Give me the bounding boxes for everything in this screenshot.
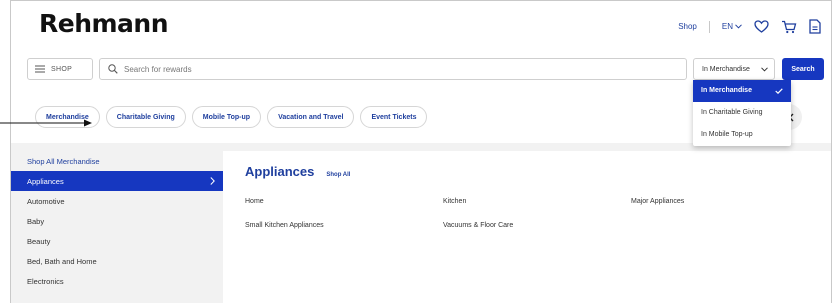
- category-sidebar: Shop All Merchandise Appliances Automoti…: [11, 151, 223, 303]
- sidebar-item-automotive[interactable]: Automotive: [11, 191, 223, 211]
- shop-menu-label: SHOP: [51, 65, 73, 73]
- shop-link[interactable]: Shop: [678, 22, 697, 31]
- search-scope-select[interactable]: In Merchandise: [693, 58, 775, 80]
- subcategory-link[interactable]: Vacuums & Floor Care: [443, 222, 513, 229]
- document-icon[interactable]: [809, 19, 821, 34]
- search-button[interactable]: Search: [782, 58, 824, 80]
- sidebar-item-appliances[interactable]: Appliances: [11, 171, 223, 191]
- search-scope-dropdown: In Merchandise In Charitable Giving In M…: [693, 80, 791, 146]
- content-header: Appliances Shop All: [245, 164, 350, 179]
- sidebar-item-beauty[interactable]: Beauty: [11, 231, 223, 251]
- scope-option-charitable-giving[interactable]: In Charitable Giving: [693, 102, 791, 124]
- search-icon: [108, 64, 118, 74]
- category-content: Appliances Shop All Home Kitchen Major A…: [223, 151, 831, 303]
- pill-charitable-giving[interactable]: Charitable Giving: [105, 106, 186, 128]
- chevron-right-icon: [210, 177, 215, 185]
- chevron-down-icon: [735, 24, 742, 29]
- app-window: Rehmann Shop EN SHOP In Merchandise Sear…: [10, 0, 832, 303]
- pill-event-tickets[interactable]: Event Tickets: [360, 106, 428, 128]
- scope-option-merchandise[interactable]: In Merchandise: [693, 80, 791, 102]
- nav-divider: [708, 20, 710, 33]
- sidebar-item-bed-bath-home[interactable]: Bed, Bath and Home: [11, 251, 223, 271]
- scope-option-label: In Merchandise: [701, 87, 752, 94]
- sidebar-item-label: Appliances: [27, 176, 64, 186]
- subcategory-link[interactable]: Kitchen: [443, 198, 466, 205]
- annotation-arrow: [0, 119, 92, 127]
- pill-vacation-travel[interactable]: Vacation and Travel: [267, 106, 355, 128]
- shop-all-link[interactable]: Shop All: [326, 172, 350, 178]
- hamburger-icon: [35, 65, 45, 73]
- subcategory-link[interactable]: Home: [245, 198, 264, 205]
- chevron-down-icon: [761, 66, 768, 72]
- page-title: Appliances: [245, 164, 315, 179]
- cart-icon[interactable]: [781, 20, 797, 34]
- top-nav: Shop EN: [678, 19, 821, 34]
- checkmark-icon: [775, 88, 783, 94]
- shop-menu-button[interactable]: SHOP: [27, 58, 93, 80]
- language-selector[interactable]: EN: [722, 22, 742, 31]
- search-scope-value: In Merchandise: [702, 65, 750, 73]
- scope-option-mobile-topup[interactable]: In Mobile Top-up: [693, 124, 791, 146]
- language-label: EN: [721, 22, 733, 31]
- sidebar-item-baby[interactable]: Baby: [11, 211, 223, 231]
- sidebar-shop-all-link[interactable]: Shop All Merchandise: [11, 151, 223, 171]
- sidebar-item-electronics[interactable]: Electronics: [11, 271, 223, 291]
- search-field[interactable]: [99, 58, 687, 80]
- subcategory-link[interactable]: Small Kitchen Appliances: [245, 222, 324, 229]
- search-input[interactable]: [124, 64, 664, 74]
- subcategory-link[interactable]: Major Appliances: [631, 198, 684, 205]
- heart-icon[interactable]: [754, 20, 769, 33]
- brand-logo[interactable]: Rehmann: [39, 9, 169, 38]
- pill-mobile-topup[interactable]: Mobile Top-up: [191, 106, 262, 128]
